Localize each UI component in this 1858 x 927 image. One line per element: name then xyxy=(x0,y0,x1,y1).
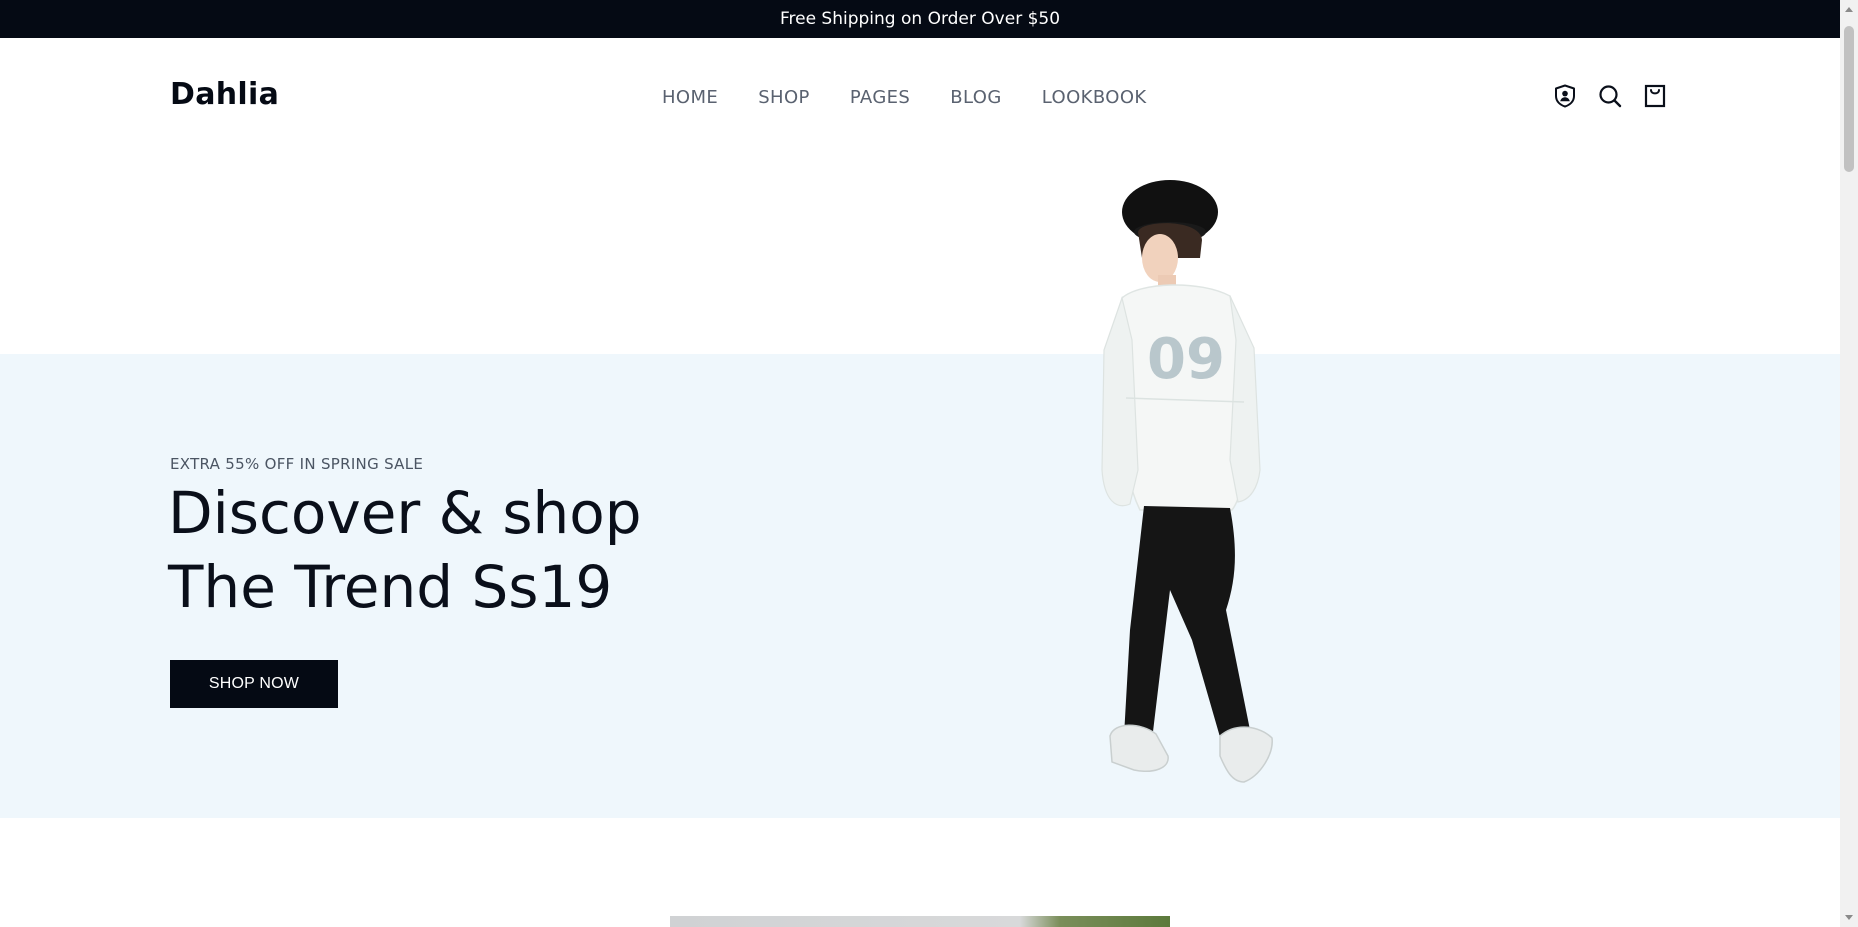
nav-item-home[interactable]: HOME xyxy=(662,87,718,108)
shopping-bag-icon[interactable] xyxy=(1643,84,1667,108)
header-actions xyxy=(1553,84,1667,108)
announcement-text: Free Shipping on Order Over $50 xyxy=(779,9,1061,29)
hero-title: Discover & shop The Trend Ss19 xyxy=(168,476,642,624)
site-logo[interactable]: Dahlia xyxy=(170,77,279,112)
nav-item-lookbook[interactable]: LOOKBOOK xyxy=(1042,87,1147,108)
announcement-bar: Free Shipping on Order Over $50 xyxy=(0,0,1840,38)
scrollbar-thumb[interactable] xyxy=(1844,26,1854,172)
hero-title-line-2: The Trend Ss19 xyxy=(168,553,613,621)
nav-item-blog[interactable]: BLOG xyxy=(950,87,1001,108)
vertical-scrollbar[interactable] xyxy=(1840,0,1858,927)
search-icon[interactable] xyxy=(1598,84,1622,108)
shop-now-button[interactable]: SHOP NOW xyxy=(170,660,338,708)
scroll-up-icon[interactable] xyxy=(1840,0,1858,18)
account-icon[interactable] xyxy=(1553,84,1577,108)
main-nav: HOME SHOP PAGES BLOG LOOKBOOK xyxy=(662,87,1147,108)
nav-item-pages[interactable]: PAGES xyxy=(850,87,910,108)
scroll-down-icon[interactable] xyxy=(1840,909,1858,927)
hero-model-image: 09 xyxy=(1101,180,1273,783)
hero-eyebrow: EXTRA 55% OFF IN SPRING SALE xyxy=(170,455,424,473)
featured-image-peek xyxy=(670,916,1170,927)
hero-title-line-1: Discover & shop xyxy=(168,479,642,547)
sweatshirt-print: 09 xyxy=(1147,327,1225,392)
page-viewport: Free Shipping on Order Over $50 Dahlia H… xyxy=(0,0,1840,927)
nav-item-shop[interactable]: SHOP xyxy=(758,87,810,108)
site-header: Dahlia HOME SHOP PAGES BLOG LOOKBOOK xyxy=(0,38,1840,156)
